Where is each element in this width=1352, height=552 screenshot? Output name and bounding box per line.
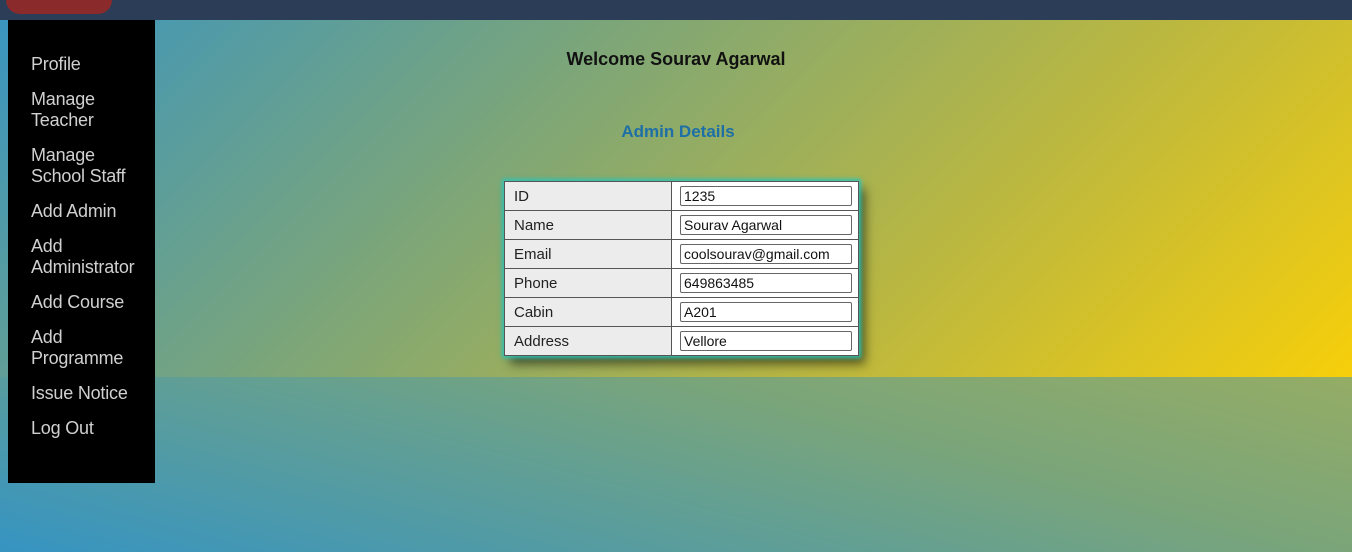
sidebar-item-profile[interactable]: Profile: [8, 54, 155, 75]
logo: [6, 0, 112, 14]
detail-id-field[interactable]: [680, 186, 852, 206]
manage-teacher-label-2: Teacher: [31, 110, 94, 130]
sidebar-item-manage-teacher[interactable]: Manage Teacher: [8, 89, 155, 131]
add-administrator-label: Add: [31, 236, 63, 256]
detail-value-cell: [671, 326, 859, 356]
admin-details-table: IDNameEmailPhoneCabinAddress: [504, 181, 859, 356]
detail-label: Phone: [504, 268, 672, 298]
sidebar-item-manage-school-staff[interactable]: Manage School Staff: [8, 145, 155, 187]
detail-name-field[interactable]: [680, 215, 852, 235]
detail-value-cell: [671, 210, 859, 240]
top-bar: [0, 0, 1352, 20]
sidebar-item-add-administrator[interactable]: Add Administrator: [8, 236, 155, 278]
sidebar-nav: Profile Manage Teacher Manage School Staff…: [8, 20, 155, 483]
detail-label: ID: [504, 181, 672, 211]
detail-label: Cabin: [504, 297, 672, 327]
welcome-heading: Welcome Sourav Agarwal: [566, 49, 786, 69]
detail-address-field[interactable]: [680, 331, 852, 351]
detail-value-cell: [671, 239, 859, 269]
detail-cabin-field[interactable]: [680, 302, 852, 322]
detail-phone-field[interactable]: [680, 273, 852, 293]
sidebar-item-add-course[interactable]: Add Course: [8, 292, 155, 313]
add-administrator-label-2: Administrator: [31, 257, 135, 277]
detail-label: Name: [504, 210, 672, 240]
detail-row: Address: [504, 326, 859, 356]
sidebar-item-log-out[interactable]: Log Out: [8, 418, 155, 439]
detail-row: Cabin: [504, 297, 859, 327]
manage-staff-label: Manage: [31, 145, 95, 165]
detail-label: Email: [504, 239, 672, 269]
detail-row: Name: [504, 210, 859, 240]
sidebar-item-issue-notice[interactable]: Issue Notice: [8, 383, 155, 404]
detail-value-cell: [671, 297, 859, 327]
add-programme-label-2: Programme: [31, 348, 124, 368]
sidebar-item-add-programme[interactable]: Add Programme: [8, 327, 155, 369]
detail-email-field[interactable]: [680, 244, 852, 264]
manage-teacher-label: Manage: [31, 89, 95, 109]
detail-value-cell: [671, 181, 859, 211]
detail-row: Phone: [504, 268, 859, 298]
admin-details-title: Admin Details: [621, 122, 735, 141]
detail-label: Address: [504, 326, 672, 356]
sidebar-item-add-admin[interactable]: Add Admin: [8, 201, 155, 222]
manage-staff-label-2: School Staff: [31, 166, 126, 186]
add-programme-label: Add: [31, 327, 63, 347]
detail-row: ID: [504, 181, 859, 211]
detail-value-cell: [671, 268, 859, 298]
detail-row: Email: [504, 239, 859, 269]
